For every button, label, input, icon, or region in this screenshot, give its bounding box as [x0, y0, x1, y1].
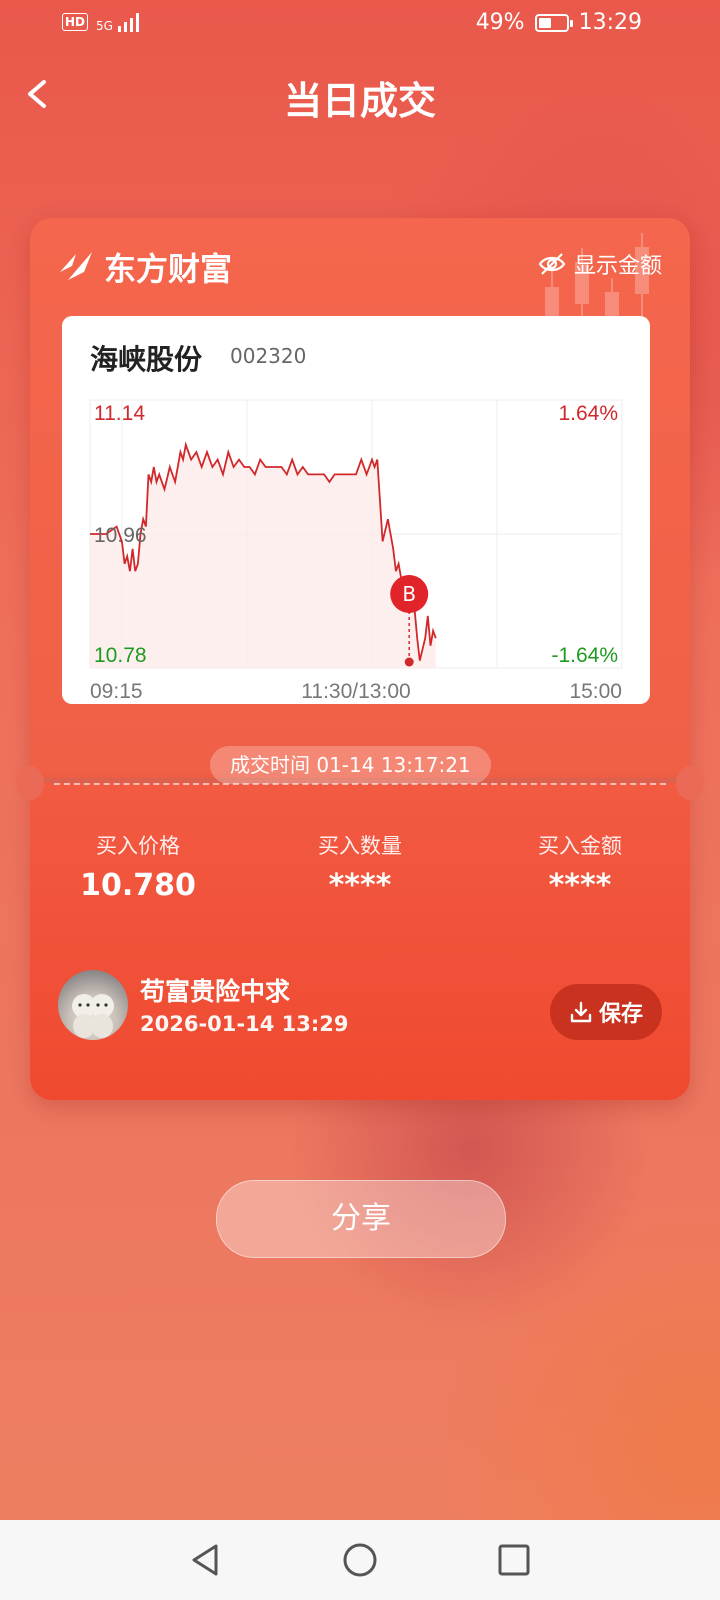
buy-marker-dot	[404, 657, 414, 667]
metric-value: ****	[328, 868, 392, 903]
card-top: 东方财富 显示金额 海峡股份 002320 B 11.14 10.96 10.78 1.…	[30, 218, 690, 778]
user-datetime: 2026-01-14 13:29	[140, 1012, 349, 1036]
nav-home-button[interactable]	[340, 1540, 380, 1580]
circle-home-icon	[343, 1543, 377, 1577]
eye-off-icon	[538, 253, 566, 275]
trade-metrics: 买入价格 10.780 买入数量 **** 买入金额 ****	[30, 830, 690, 920]
status-bar: HD 5G 49% 13:29	[0, 0, 720, 48]
network-type-label: 5G	[96, 19, 113, 33]
page-title: 当日成交	[283, 79, 436, 123]
hd-badge: HD	[62, 13, 89, 31]
nav-back-button[interactable]	[186, 1540, 226, 1580]
price-area	[90, 444, 436, 668]
user-name: 苟富贵险中求	[140, 977, 291, 1006]
square-recents-icon	[498, 1544, 530, 1576]
system-nav-bar	[0, 1520, 720, 1600]
brand: 东方财富	[58, 244, 232, 290]
metric-buy-amount: 买入金额 ****	[480, 830, 680, 903]
x-label-mid: 11:30/13:00	[301, 680, 410, 703]
buy-marker-label: B	[402, 582, 416, 606]
intraday-chart: B 11.14 10.96 10.78 1.64% -1.64% 09:15 11:30/13…	[89, 399, 623, 703]
metric-label: 买入金额	[538, 834, 622, 858]
metric-label: 买入数量	[318, 834, 402, 858]
brand-logo-icon	[60, 252, 92, 280]
download-icon	[570, 1001, 592, 1023]
show-amount-label: 显示金额	[573, 254, 662, 279]
metric-value: ****	[548, 868, 612, 903]
signal-icon: 5G	[96, 12, 143, 32]
metric-buy-quantity: 买入数量 ****	[260, 830, 460, 903]
pct-min-label: -1.64%	[551, 644, 618, 667]
x-label-start: 09:15	[90, 680, 143, 703]
trade-card: 东方财富 显示金额 海峡股份 002320 B 11.14 10.96 10.78 1.…	[16, 218, 704, 1100]
pct-max-label: 1.64%	[558, 402, 618, 425]
save-label: 保存	[598, 1002, 643, 1027]
battery-percent: 49%	[475, 10, 525, 35]
y-max-label: 11.14	[94, 402, 145, 425]
x-label-end: 15:00	[569, 680, 622, 703]
battery-icon	[534, 13, 573, 32]
y-min-label: 10.78	[94, 644, 147, 667]
avatar	[58, 970, 128, 1040]
header: 当日成交	[0, 60, 720, 130]
chart-card: 海峡股份 002320 B 11.14 10.96 10.78 1.64% -1.64% 0…	[62, 316, 650, 704]
brand-name: 东方财富	[104, 250, 233, 288]
show-amount-toggle[interactable]: 显示金额	[538, 248, 662, 280]
ticket-notch-right	[676, 766, 704, 800]
clock: 13:29	[578, 10, 642, 35]
save-button[interactable]: 保存	[550, 984, 662, 1040]
trade-time: 成交时间 01-14 13:17:21	[210, 746, 491, 784]
nav-recents-button[interactable]	[494, 1540, 534, 1580]
metric-label: 买入价格	[96, 834, 180, 858]
metric-value: 10.780	[80, 868, 196, 903]
triangle-back-icon	[192, 1544, 218, 1576]
metric-buy-price: 买入价格 10.780	[38, 830, 238, 903]
y-mid-label: 10.96	[94, 524, 147, 547]
user-info: 苟富贵险中求 2026-01-14 13:29 保存	[58, 970, 662, 1042]
share-button[interactable]: 分享	[216, 1180, 506, 1258]
ticket-notch-left	[16, 766, 44, 800]
